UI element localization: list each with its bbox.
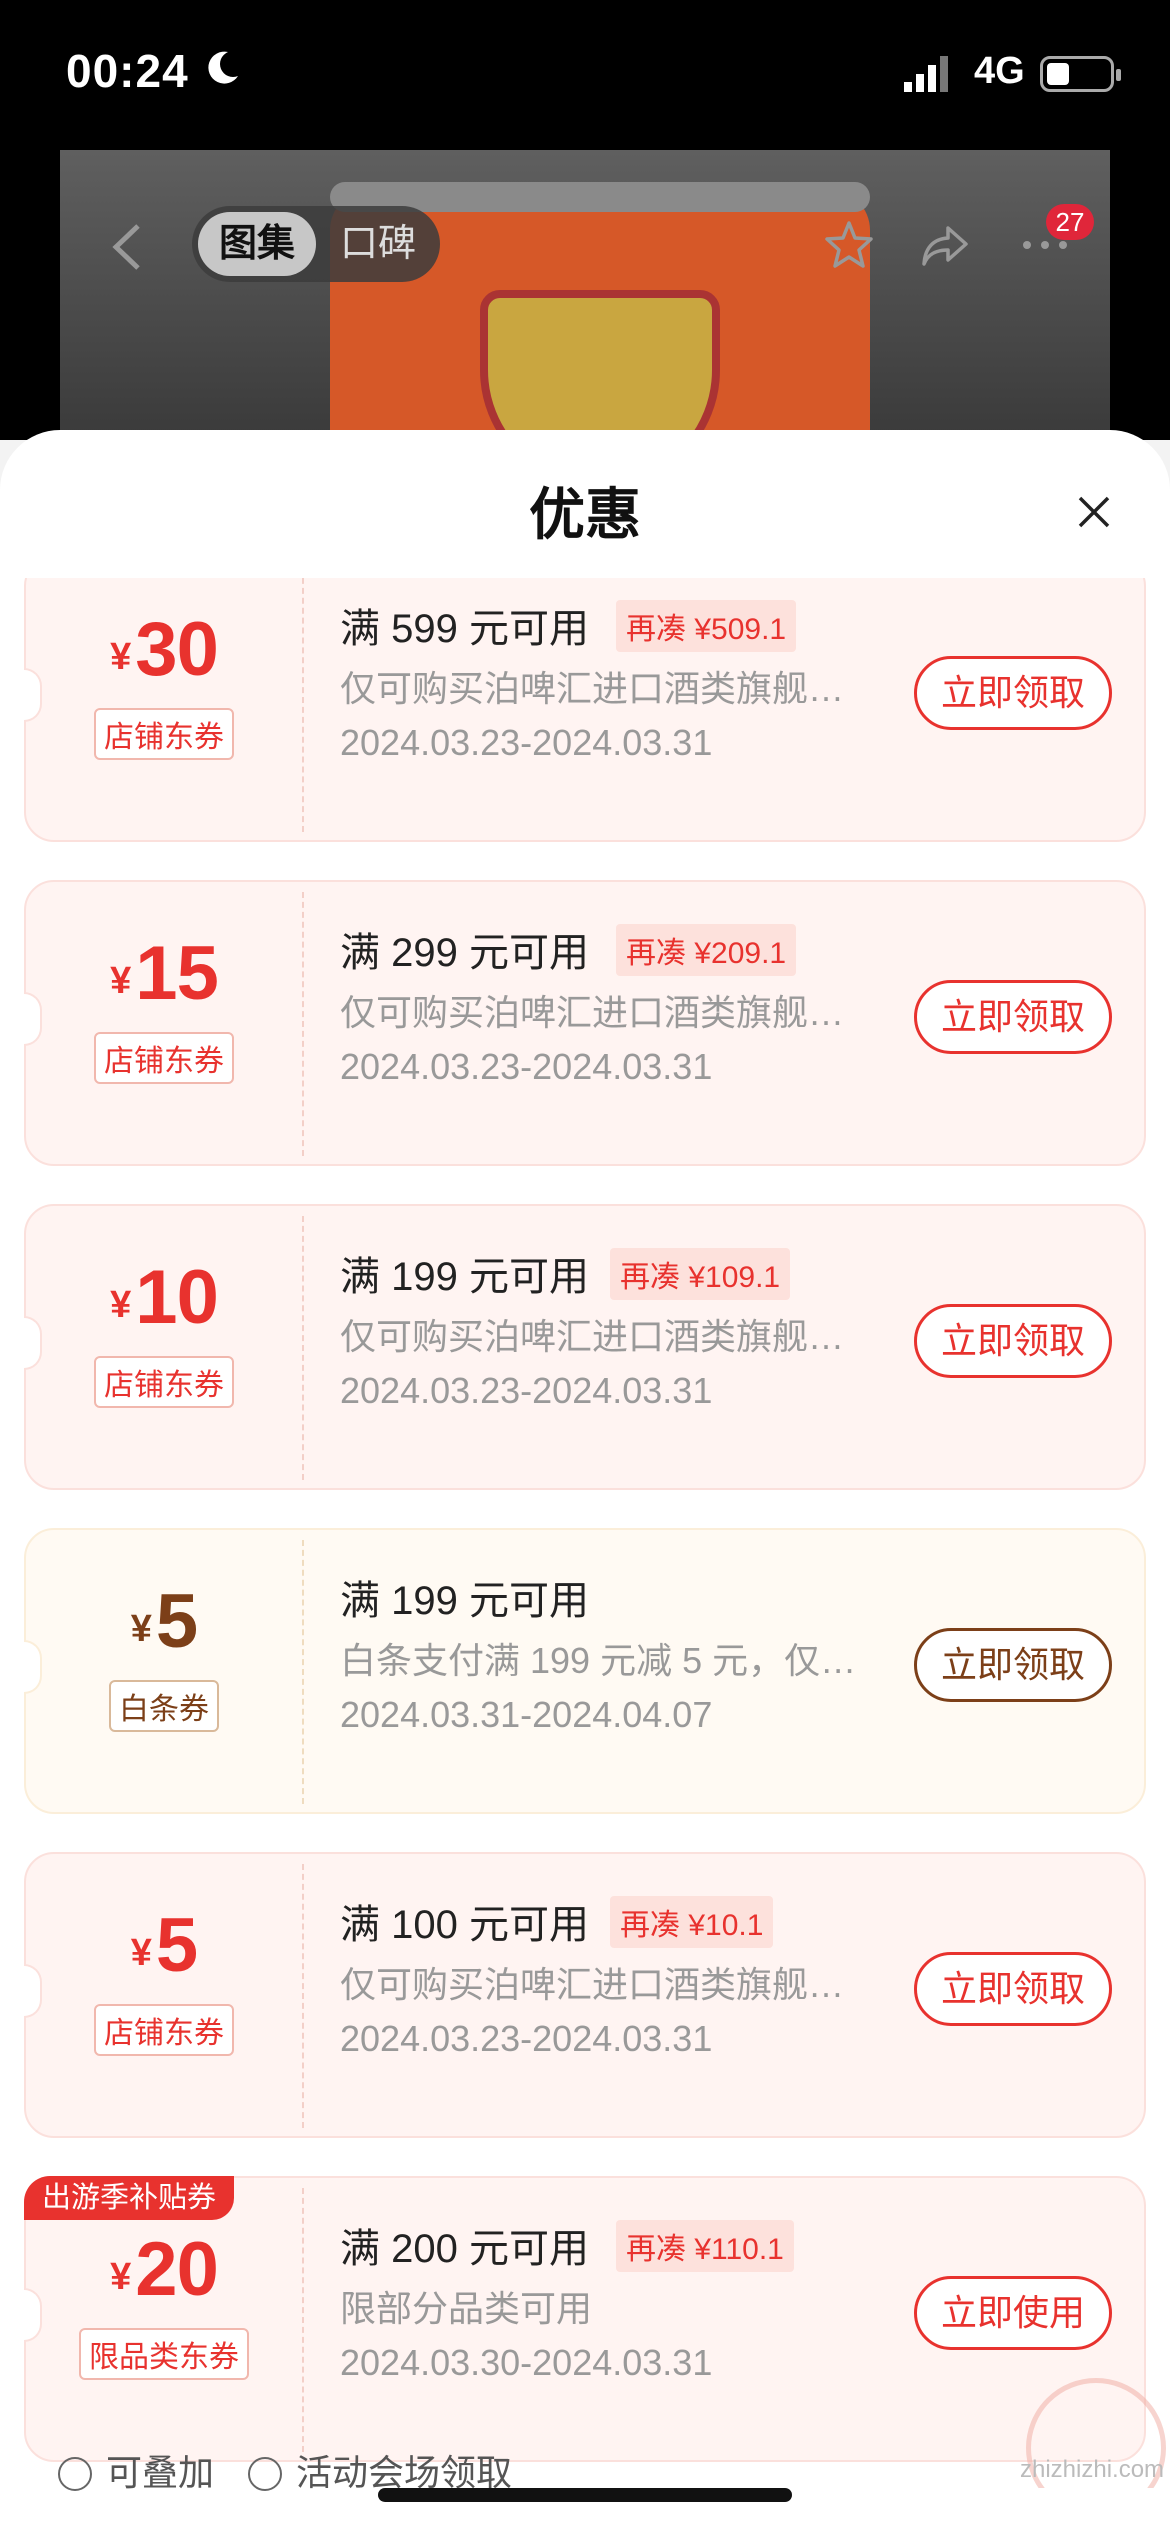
tab-gallery[interactable]: 图集 — [198, 212, 316, 276]
tab-reviews[interactable]: 口碑 — [322, 212, 434, 276]
coupon-amount: ¥10 — [110, 1255, 219, 1340]
watermark: zhizhizhi.com — [1020, 2456, 1165, 2483]
network-label: 4G — [974, 50, 1025, 92]
coupon-condition: 满 199 元可用 — [340, 1579, 589, 1623]
stack-icon — [58, 2457, 92, 2491]
coupon-type-label: 店铺东券 — [94, 2004, 234, 2056]
coupon-divider — [302, 1540, 304, 1804]
coupon-amount: ¥5 — [130, 1903, 198, 1988]
coupon-card: ¥5 白条券 满 199 元可用 白条支付满 199 元减 5 元，仅限部分商品… — [24, 1528, 1146, 1814]
status-bar: 00:24 4G — [0, 0, 1170, 150]
coupon-date: 2024.03.23-2024.03.31 — [340, 1370, 713, 1411]
venue-icon — [248, 2457, 282, 2491]
coupon-type-label: 店铺东券 — [94, 708, 234, 760]
coupon-type-label: 店铺东券 — [94, 1356, 234, 1408]
coupon-amount: ¥30 — [110, 607, 219, 692]
home-indicator[interactable] — [378, 2488, 792, 2502]
cart-count-badge: 27 — [1046, 204, 1094, 240]
moon-icon — [208, 51, 238, 84]
coupon-gap-tag: 再凑 ¥509.1 — [616, 600, 797, 652]
coupon-date: 2024.03.23-2024.03.31 — [340, 1046, 713, 1087]
close-icon[interactable] — [1074, 492, 1114, 532]
coupon-date: 2024.03.23-2024.03.31 — [340, 722, 713, 763]
coupon-date: 2024.03.31-2024.04.07 — [340, 1694, 713, 1735]
coupon-gap-tag: 再凑 ¥110.1 — [616, 2220, 794, 2272]
claim-button[interactable]: 立即领取 — [914, 980, 1112, 1054]
share-icon[interactable] — [918, 218, 972, 272]
coupon-condition: 满 199 元可用 — [340, 1255, 589, 1299]
coupon-date: 2024.03.23-2024.03.31 — [340, 2018, 713, 2059]
coupon-type-label: 白条券 — [109, 1680, 219, 1732]
coupon-description: 仅可购买泊啤汇进口酒类旗舰店部分商品 — [340, 992, 880, 1033]
coupon-description: 仅可购买泊啤汇进口酒类旗舰店部分商品 — [340, 668, 880, 709]
sheet-title: 优惠 — [529, 483, 641, 546]
star-icon[interactable] — [822, 218, 876, 272]
coupon-card: ¥5 店铺东券 满 100 元可用 再凑 ¥10.1 仅可购买泊啤汇进口酒类旗舰… — [24, 1852, 1146, 2138]
coupon-list[interactable]: ¥30 店铺东券 满 599 元可用 再凑 ¥509.1 仅可购买泊啤汇进口酒类… — [0, 578, 1170, 2488]
coupon-card: ¥15 店铺东券 满 299 元可用 再凑 ¥209.1 仅可购买泊啤汇进口酒类… — [24, 880, 1146, 1166]
coupon-amount: ¥20 — [110, 2227, 219, 2312]
claim-button[interactable]: 立即领取 — [914, 1304, 1112, 1378]
coupon-description: 限部分品类可用 — [340, 2288, 593, 2329]
use-button[interactable]: 立即使用 — [914, 2276, 1112, 2350]
stackable-info: 可叠加 — [58, 2444, 214, 2496]
gallery-review-switch: 图集 口碑 — [192, 206, 440, 282]
status-time: 00:24 — [66, 45, 189, 97]
coupon-amount: ¥15 — [110, 931, 219, 1016]
coupon-condition: 满 299 元可用 — [340, 931, 589, 975]
coupon-gap-tag: 再凑 ¥109.1 — [610, 1248, 791, 1300]
coupon-divider — [302, 1864, 304, 2128]
coupon-type-label: 限品类东券 — [79, 2328, 249, 2380]
coupon-type-label: 店铺东券 — [94, 1032, 234, 1084]
coupon-date: 2024.03.30-2024.03.31 — [340, 2342, 713, 2383]
claim-button[interactable]: 立即领取 — [914, 1628, 1112, 1702]
coupon-card: ¥30 店铺东券 满 599 元可用 再凑 ¥509.1 仅可购买泊啤汇进口酒类… — [24, 578, 1146, 842]
coupon-divider — [302, 892, 304, 1156]
coupon-description: 白条支付满 199 元减 5 元，仅限部分商品使用 — [340, 1640, 880, 1681]
coupon-divider — [302, 578, 304, 832]
sheet-footer: 可叠加 活动会场领取 — [0, 2410, 1170, 2532]
back-icon[interactable] — [108, 222, 148, 272]
claim-button[interactable]: 立即领取 — [914, 1952, 1112, 2026]
signal-icon — [904, 56, 948, 92]
coupon-description: 仅可购买泊啤汇进口酒类旗舰店部分商品 — [340, 1964, 880, 2005]
coupon-card: ¥10 店铺东券 满 199 元可用 再凑 ¥109.1 仅可购买泊啤汇进口酒类… — [24, 1204, 1146, 1490]
coupon-gap-tag: 再凑 ¥209.1 — [616, 924, 797, 976]
coupon-description: 仅可购买泊啤汇进口酒类旗舰店部分商品 — [340, 1316, 880, 1357]
coupon-condition: 满 200 元可用 — [340, 2227, 589, 2271]
coupon-sheet: 优惠 ¥30 店铺东券 满 599 元可用 再凑 ¥509.1 仅可购买泊啤汇进… — [0, 430, 1170, 2532]
coupon-condition: 满 100 元可用 — [340, 1903, 589, 1947]
claim-button[interactable]: 立即领取 — [914, 656, 1112, 730]
screen: 00:24 4G 图集 口碑 27 优惠 ¥30 店铺东券 满 599 元可用 … — [0, 0, 1170, 2532]
battery-icon — [1040, 56, 1121, 92]
crest-graphic — [480, 290, 720, 440]
coupon-condition: 满 599 元可用 — [340, 607, 589, 651]
coupon-amount: ¥5 — [130, 1579, 198, 1664]
coupon-gap-tag: 再凑 ¥10.1 — [610, 1896, 774, 1948]
coupon-divider — [302, 1216, 304, 1480]
